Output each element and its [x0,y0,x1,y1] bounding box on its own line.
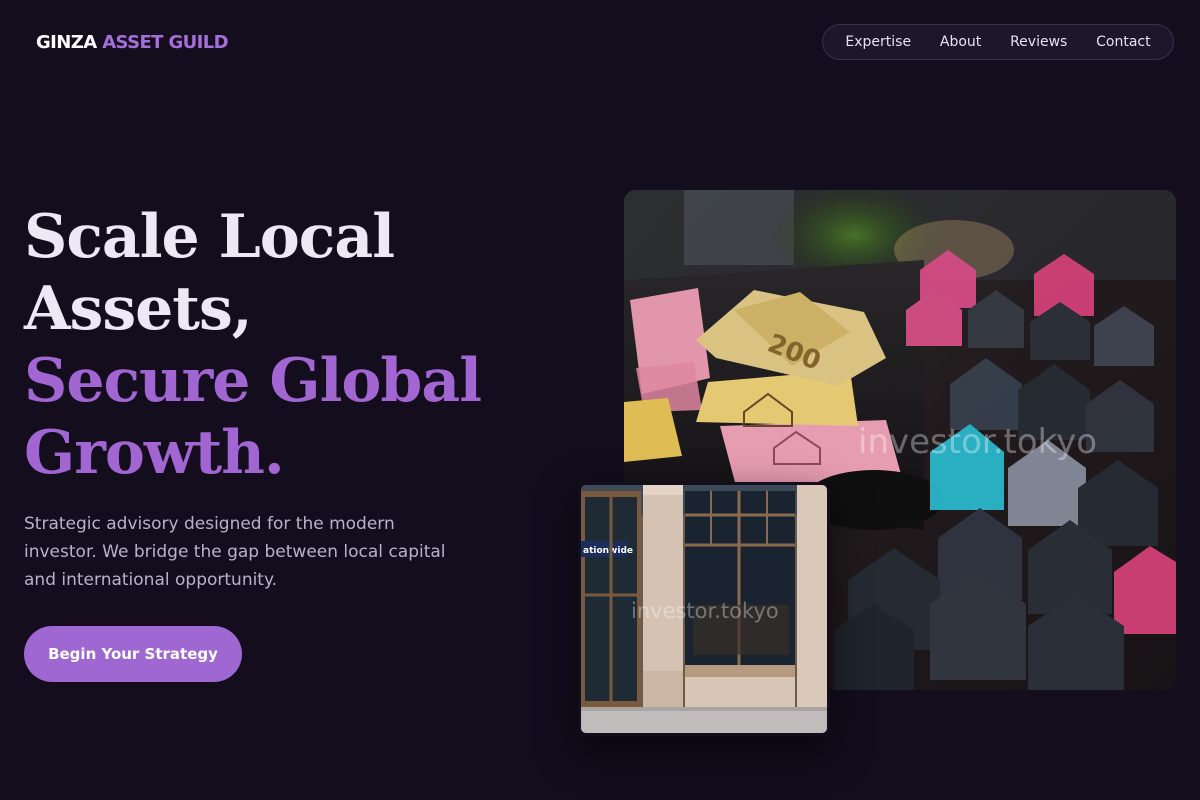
brand-logo[interactable]: GINZA ASSET GUILD [36,31,229,55]
begin-strategy-button[interactable]: Begin Your Strategy [24,626,242,682]
headline-line-3: Secure Global [24,346,482,416]
storefront-image: ationwide investor.tokyo [578,482,830,736]
hero-subtext: Strategic advisory designed for the mode… [24,514,446,590]
nav-link-reviews[interactable]: Reviews [1010,32,1067,52]
bank-sign-text: ationwide [583,546,633,556]
brand-name-accent: ASSET GUILD [102,32,228,53]
headline-line-2: Assets, [24,274,253,344]
nav-link-contact[interactable]: Contact [1096,32,1150,52]
storefront-photo: ationwide [581,485,827,733]
nav-link-about[interactable]: About [940,32,981,52]
brand-name-primary: GINZA [36,32,97,53]
nav-link-expertise[interactable]: Expertise [845,32,911,52]
landing-page: GINZA ASSET GUILD Expertise About Review… [0,0,1200,800]
headline-line-4: Growth. [24,418,285,488]
main-nav: Expertise About Reviews Contact [822,24,1174,60]
hero-headline: Scale Local Assets, Secure Global Growth… [24,201,482,489]
headline-line-1: Scale Local [24,202,395,272]
